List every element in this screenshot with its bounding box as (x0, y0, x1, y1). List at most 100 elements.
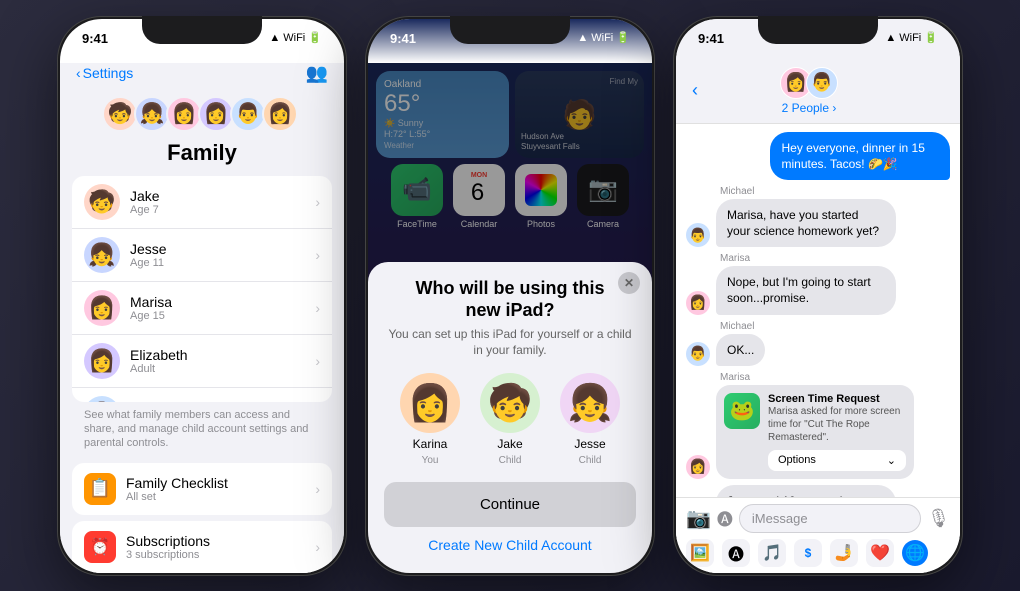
elizabeth-role: Adult (130, 363, 305, 375)
karina-modal-name: Karina (413, 437, 448, 451)
karina-modal-role: You (422, 455, 439, 466)
list-item[interactable]: 👩 Elizabeth Adult › (72, 335, 332, 388)
add-family-member-icon[interactable]: 👥 (306, 63, 328, 84)
checklist-title: Family Checklist (126, 475, 305, 491)
modal-user-jesse[interactable]: 👧 Jesse Child (560, 373, 620, 466)
subscriptions-row[interactable]: ⏰ Subscriptions 3 subscriptions › (72, 521, 332, 573)
marisa-avatar: 👩 (84, 290, 120, 326)
options-chevron-icon: ⌄ (887, 454, 896, 467)
elizabeth-info: Elizabeth Adult (130, 347, 305, 375)
screen-time-info: Screen Time Request Marisa asked for mor… (768, 393, 906, 471)
message-bubble: Nope, but I'm going to start soon...prom… (716, 266, 896, 314)
modal-user-karina[interactable]: 👩 Karina You (400, 373, 460, 466)
settings-back-button[interactable]: ‹ Settings (76, 65, 133, 81)
app-store-input-icon[interactable]: 🅐 (717, 506, 733, 530)
music-app-icon[interactable]: 🎵 (758, 539, 786, 567)
marisa-name: Marisa (130, 294, 305, 310)
avatar-4: 👩 (198, 96, 234, 132)
back-chevron-icon: ‹ (76, 65, 81, 81)
options-label: Options (778, 454, 816, 466)
checklist-subtitle: All set (126, 491, 305, 503)
jesse-chevron-icon: › (315, 247, 320, 263)
phone2-content: Oakland 65° ☀️ Sunny H:72° L:55° Weather… (368, 63, 652, 573)
subscriptions-icon: ⏰ (84, 531, 116, 563)
list-item[interactable]: 👨 Michael Parent/Guardian › (72, 388, 332, 402)
avatar-5: 👨 (230, 96, 266, 132)
phone-2: 9:41 ▲ WiFi 🔋 Oakland 65° ☀️ Sunny H:72°… (365, 16, 655, 576)
more-app-icon[interactable]: 🌐 (902, 540, 928, 566)
continue-button[interactable]: Continue (384, 482, 636, 527)
create-child-account-link[interactable]: Create New Child Account (384, 537, 636, 553)
jake-role: Age 7 (130, 204, 305, 216)
group-info[interactable]: 👩 👨 2 People › (706, 67, 912, 115)
messages-header: ‹ 👩 👨 2 People › (676, 63, 960, 124)
photos-app-icon[interactable]: 🖼️ (686, 539, 714, 567)
message-row: 👩 Just need 10 more minutes pleeease 🙏👨‍… (686, 485, 950, 497)
notch-3 (758, 16, 878, 44)
jake-modal-avatar: 🧒 (480, 373, 540, 433)
screen-time-desc: Marisa asked for more screen time for "C… (768, 405, 906, 444)
message-row: 👨 Michael OK... (686, 321, 950, 366)
settings-back-label: Settings (83, 65, 134, 81)
sender-name: Marisa (720, 253, 896, 264)
message-row: 👩 Marisa 🐸 Screen Time Request Marisa as… (686, 372, 950, 479)
message-row: 👨 Michael Marisa, have you started your … (686, 186, 950, 247)
jake-modal-name: Jake (497, 437, 522, 451)
group-avatar-2: 👨 (806, 67, 838, 99)
appstore-app-icon[interactable]: 🅐 (722, 539, 750, 567)
screen-time-title: Screen Time Request (768, 393, 906, 405)
msg-bubble-group: Michael OK... (716, 321, 765, 366)
messages-back-button[interactable]: ‹ (692, 80, 698, 101)
camera-input-icon[interactable]: 📷 (686, 506, 711, 531)
jake-modal-role: Child (499, 455, 522, 466)
elizabeth-chevron-icon: › (315, 353, 320, 369)
heart-app-icon[interactable]: ❤️ (866, 539, 894, 567)
karina-modal-avatar: 👩 (400, 373, 460, 433)
microphone-icon[interactable]: 🎙 (927, 508, 950, 529)
message-bubble: Marisa, have you started your science ho… (716, 199, 896, 247)
list-item[interactable]: 👩 Marisa Age 15 › (72, 282, 332, 335)
subscriptions-chevron-icon: › (315, 539, 320, 555)
modal-subtitle: You can set up this iPad for yourself or… (384, 327, 636, 358)
message-row: 👩 Marisa Nope, but I'm going to start so… (686, 253, 950, 314)
marisa-chevron-icon: › (315, 300, 320, 316)
msg-bubble-group: Hey everyone, dinner in 15 minutes. Taco… (770, 132, 950, 180)
list-item[interactable]: 🧒 Jake Age 7 › (72, 176, 332, 229)
subscriptions-title: Subscriptions (126, 533, 305, 549)
options-button[interactable]: Options ⌄ (768, 450, 906, 471)
ipad-modal-overlay: ✕ Who will be using this new iPad? You c… (368, 63, 652, 573)
marisa-msg-avatar: 👩 (686, 291, 710, 315)
subscriptions-info: Subscriptions 3 subscriptions (126, 533, 305, 561)
status-time-2: 9:41 (390, 31, 416, 46)
avatar-2: 👧 (134, 96, 170, 132)
michael-msg-avatar: 👨 (686, 223, 710, 247)
modal-user-jake[interactable]: 🧒 Jake Child (480, 373, 540, 466)
message-bubble: Just need 10 more minutes pleeease 🙏👨‍👩‍… (716, 485, 896, 497)
jake-avatar: 🧒 (84, 184, 120, 220)
screen-time-card: 🐸 Screen Time Request Marisa asked for m… (716, 385, 914, 479)
msg-bubble-group: Marisa Nope, but I'm going to start soon… (716, 253, 896, 314)
status-time-1: 9:41 (82, 31, 108, 46)
family-checklist-row[interactable]: 📋 Family Checklist All set › (72, 463, 332, 515)
message-input[interactable]: iMessage (739, 504, 921, 533)
michael-msg-avatar-2: 👨 (686, 342, 710, 366)
notch-1 (142, 16, 262, 44)
modal-users: 👩 Karina You 🧒 Jake Child 👧 (384, 373, 636, 466)
msg-apps-row: 🖼️ 🅐 🎵 $ 🤳 ❤️ 🌐 (686, 533, 950, 567)
status-time-3: 9:41 (698, 31, 724, 46)
list-item[interactable]: 👧 Jesse Age 11 › (72, 229, 332, 282)
settings-header: ‹ Settings 👥 (60, 63, 344, 92)
family-note: See what family members can access and s… (60, 402, 344, 457)
modal-close-button[interactable]: ✕ (618, 272, 640, 294)
status-icons-2: ▲ WiFi 🔋 (577, 31, 630, 44)
cash-app-icon[interactable]: $ (794, 539, 822, 567)
ipad-home-screen: Oakland 65° ☀️ Sunny H:72° L:55° Weather… (368, 63, 652, 573)
phone1-content: ‹ Settings 👥 🧒 👧 👩 👩 👨 👩 Family 🧒 Jake (60, 63, 344, 573)
family-member-list: 🧒 Jake Age 7 › 👧 Jesse Age 11 › (72, 176, 332, 402)
msg-bubble-group: Michael Marisa, have you started your sc… (716, 186, 896, 247)
memoji-app-icon[interactable]: 🤳 (830, 539, 858, 567)
message-row: Hey everyone, dinner in 15 minutes. Taco… (686, 132, 950, 180)
notch-2 (450, 16, 570, 44)
elizabeth-avatar: 👩 (84, 343, 120, 379)
checklist-icon: 📋 (84, 473, 116, 505)
